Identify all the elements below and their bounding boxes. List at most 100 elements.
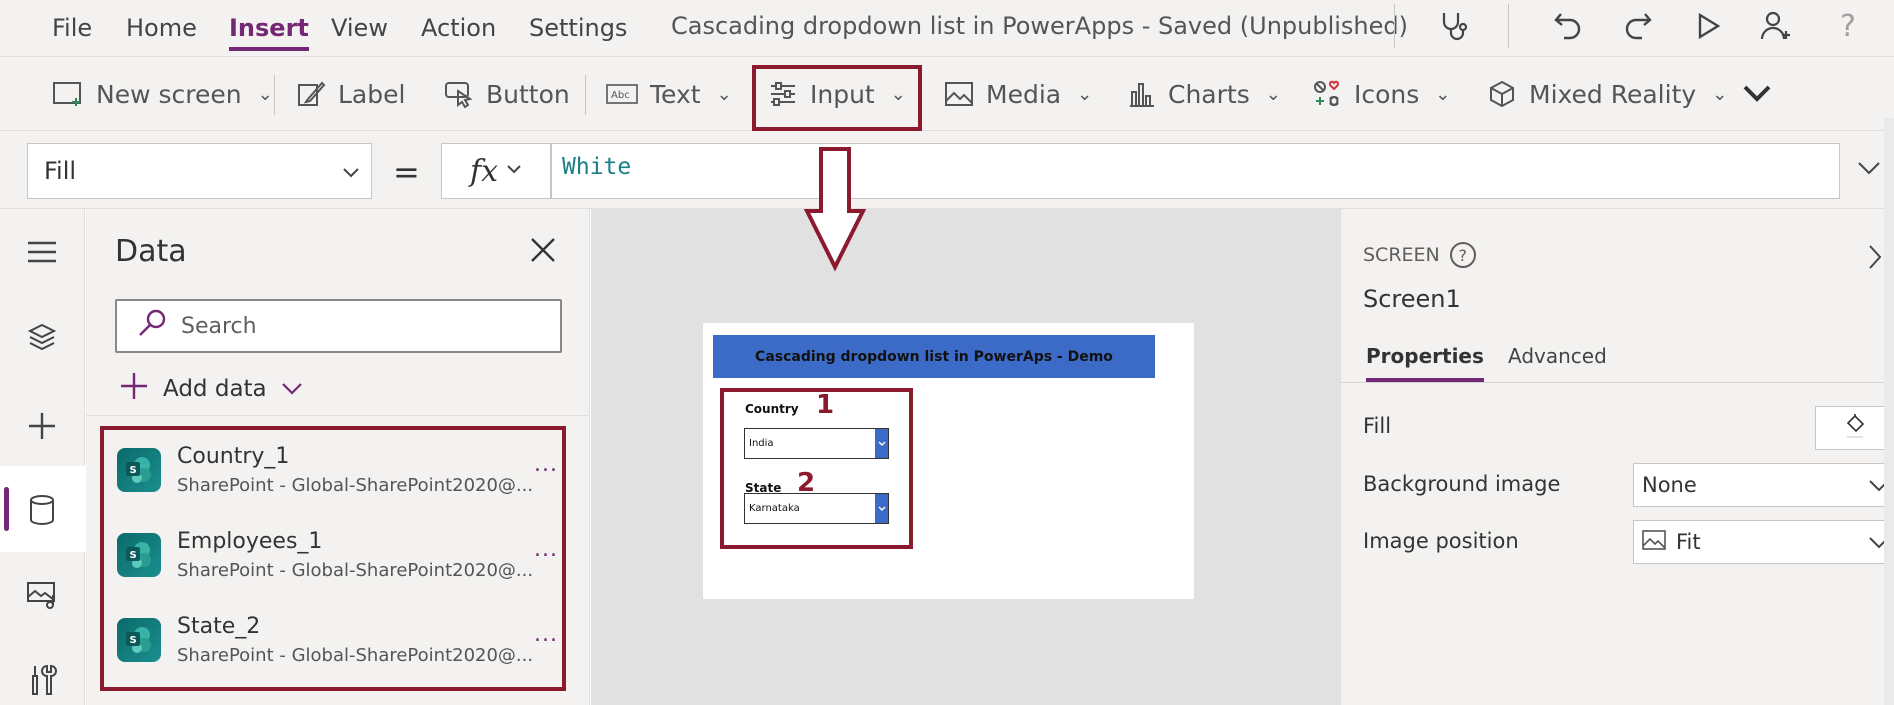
play-icon[interactable] [1688, 6, 1728, 46]
new-screen-button[interactable]: New screen ⌄ [52, 75, 273, 113]
undo-icon[interactable] [1548, 6, 1588, 46]
data-source-list: S Country_1 SharePoint - Global-SharePoi… [100, 426, 566, 691]
close-icon[interactable] [530, 237, 556, 267]
chevron-down-icon [341, 160, 361, 188]
search-input[interactable]: Search [115, 299, 562, 353]
label-icon [296, 79, 326, 109]
more-options-icon[interactable]: ... [534, 452, 558, 477]
divider [1394, 4, 1395, 48]
data-source-name: Employees_1 [177, 529, 323, 554]
app-title: Cascading dropdown list in PowerApps - S… [671, 12, 1408, 40]
cube-icon [1487, 79, 1517, 109]
chevron-down-icon [875, 429, 888, 458]
menu-settings[interactable]: Settings [529, 14, 627, 42]
menu-insert[interactable]: Insert [229, 14, 309, 51]
mixed-reality-label: Mixed Reality [1529, 79, 1697, 109]
chevron-down-icon: ⌄ [1435, 83, 1451, 105]
svg-text:Abc: Abc [611, 90, 630, 101]
add-data-button[interactable]: Add data [119, 371, 303, 407]
background-image-value: None [1642, 473, 1697, 497]
more-options-icon[interactable]: ... [534, 622, 558, 647]
app-screen-preview[interactable]: Cascading dropdown list in PowerAps - De… [703, 323, 1194, 599]
country-dropdown[interactable]: India [744, 428, 889, 459]
hamburger-icon[interactable] [19, 229, 65, 275]
button-label: Button [486, 79, 570, 109]
ribbon-expand-icon[interactable] [1742, 83, 1772, 107]
add-user-icon[interactable] [1756, 6, 1796, 46]
design-canvas[interactable]: Cascading dropdown list in PowerAps - De… [591, 209, 1340, 705]
divider [86, 415, 590, 416]
layers-icon[interactable] [19, 314, 65, 360]
database-icon[interactable] [19, 487, 65, 533]
screen-banner[interactable]: Cascading dropdown list in PowerAps - De… [713, 335, 1155, 378]
icons-button[interactable]: Icons ⌄ [1312, 75, 1450, 113]
left-rail [0, 209, 85, 705]
fx-button[interactable]: fx [441, 143, 551, 199]
search-placeholder: Search [181, 313, 257, 339]
charts-button[interactable]: Charts ⌄ [1128, 75, 1281, 113]
chevron-right-icon[interactable] [1867, 243, 1883, 275]
data-source-name: Country_1 [177, 444, 290, 469]
icons-gallery-icon [1312, 79, 1342, 109]
mixed-reality-button[interactable]: Mixed Reality ⌄ [1487, 75, 1727, 113]
media-button[interactable]: Media ⌄ [944, 75, 1092, 113]
annotation-number-1: 1 [816, 390, 835, 420]
help-icon[interactable]: ? [1828, 6, 1868, 46]
new-screen-label: New screen [96, 79, 242, 109]
plus-icon[interactable] [19, 403, 65, 449]
label-button[interactable]: Label [296, 75, 405, 113]
selected-name[interactable]: Screen1 [1363, 285, 1461, 313]
tools-icon[interactable] [19, 657, 65, 703]
annotation-arrow-icon [804, 147, 866, 272]
input-label: Input [810, 79, 875, 109]
menu-view[interactable]: View [331, 14, 388, 42]
equals-sign: = [393, 153, 420, 191]
image-position-dropdown[interactable]: Fit [1633, 520, 1894, 564]
selected-kind: SCREEN ? [1363, 242, 1476, 268]
formula-bar: Fill = fx White [0, 131, 1894, 209]
icons-label: Icons [1354, 79, 1420, 109]
data-source-subtitle: SharePoint - Global-SharePoint2020@... [177, 475, 534, 496]
media-icon[interactable] [19, 572, 65, 618]
fill-color-picker[interactable] [1815, 406, 1894, 450]
text-button[interactable]: Abc Text ⌄ [606, 75, 732, 113]
input-button[interactable]: Input ⌄ [768, 75, 906, 113]
paint-bucket-icon [1844, 413, 1866, 443]
redo-icon[interactable] [1618, 6, 1658, 46]
insert-ribbon: New screen ⌄ Label Button Abc Text ⌄ Inp… [0, 57, 1894, 131]
background-image-dropdown[interactable]: None [1633, 463, 1894, 507]
button-button[interactable]: Button [444, 75, 570, 113]
menu-file[interactable]: File [52, 14, 92, 42]
stethoscope-icon[interactable] [1434, 6, 1474, 46]
data-source-name: State_2 [177, 614, 261, 639]
more-options-icon[interactable]: ... [534, 537, 558, 562]
fill-label: Fill [1363, 414, 1392, 438]
state-dropdown[interactable]: Karnataka [744, 493, 889, 524]
chevron-down-icon: ⌄ [1265, 83, 1281, 105]
background-image-label: Background image [1363, 472, 1561, 496]
help-icon[interactable]: ? [1449, 242, 1476, 268]
country-dropdown-value: India [749, 438, 774, 449]
tab-advanced[interactable]: Advanced [1508, 344, 1607, 368]
annotation-box: Country 1 India State 2 Karnataka [720, 388, 913, 549]
formula-expand-icon[interactable] [1856, 159, 1882, 181]
formula-input[interactable]: White [551, 143, 1840, 199]
label-label: Label [338, 79, 406, 109]
menu-home[interactable]: Home [126, 14, 197, 42]
data-source-item[interactable]: S State_2 SharePoint - Global-SharePoint… [104, 600, 562, 684]
menu-bar: File Home Insert View Action Settings Ca… [0, 0, 1894, 57]
button-icon [444, 79, 474, 109]
chevron-down-icon: ⌄ [890, 83, 906, 105]
divider [1508, 4, 1509, 48]
sharepoint-icon: S [117, 448, 161, 492]
data-source-item[interactable]: S Employees_1 SharePoint - Global-ShareP… [104, 515, 562, 599]
menu-action[interactable]: Action [421, 14, 496, 42]
sharepoint-icon: S [117, 618, 161, 662]
property-dropdown[interactable]: Fill [27, 143, 372, 199]
data-source-item[interactable]: S Country_1 SharePoint - Global-SharePoi… [104, 430, 562, 514]
tab-properties[interactable]: Properties [1366, 344, 1484, 382]
plus-icon [119, 371, 149, 407]
divider [1341, 382, 1894, 383]
add-data-label: Add data [163, 376, 267, 402]
scrollbar[interactable] [1884, 118, 1894, 705]
